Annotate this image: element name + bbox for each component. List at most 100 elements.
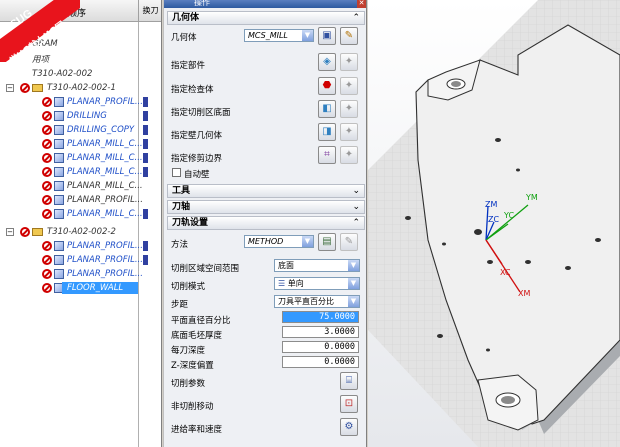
axis-label-zm: ZM	[485, 200, 498, 209]
status-banned-icon	[42, 167, 52, 177]
axis-label-yc: YC	[504, 211, 515, 220]
region-select[interactable]: 底面 ▼	[274, 259, 360, 272]
pattern-select[interactable]: ☰ 单向 ▼	[274, 277, 360, 290]
tree-row[interactable]: T310-A02-002	[0, 68, 161, 80]
select-trim-button[interactable]: ⌗	[318, 146, 336, 164]
tree-row[interactable]: DRILLING	[0, 110, 161, 122]
operation-icon	[54, 111, 64, 121]
tree-row-label: DRILLING_COPY	[67, 125, 135, 135]
status-banned-icon	[42, 283, 52, 293]
check-label: 指定检查体	[171, 85, 214, 95]
tree-row[interactable]: PLANAR_MILL_C...	[0, 138, 161, 150]
unidirectional-icon: ☰	[278, 279, 288, 288]
tree-row-label: PLANAR_PROFIL...	[67, 255, 143, 265]
section-tool-header[interactable]: 工具 ⌄	[167, 184, 365, 198]
method-select[interactable]: METHOD ▼	[244, 235, 314, 248]
stepover-value: 刀具平直百分比	[278, 297, 334, 306]
tree-row-label: DRILLING	[67, 111, 107, 121]
pattern-label: 切削模式	[171, 282, 206, 292]
tree-row[interactable]: PLANAR_PROFIL...	[0, 96, 161, 108]
section-axis-header[interactable]: 刀轴 ⌄	[167, 200, 365, 214]
edit-method-button[interactable]: ▤	[318, 233, 336, 251]
wall-icon: ◨	[322, 126, 332, 137]
flashlight-icon: ✦	[344, 126, 354, 137]
tree-row[interactable]: PLANAR_MILL_C...	[0, 208, 161, 220]
tool-change-icon	[143, 111, 148, 121]
floor-stock-input[interactable]: 3.0000	[282, 326, 359, 338]
tree-row[interactable]: PLANAR_MILL_C...	[0, 180, 161, 192]
tree-row[interactable]: − T310-A02-002-2	[0, 226, 161, 238]
graphics-viewport[interactable]: ZM ZC YC YM XC XM	[368, 0, 620, 447]
tree-row-label: PLANAR_MILL_C...	[67, 209, 143, 219]
feeds-button[interactable]: ⚙	[340, 418, 358, 436]
dialog-titlebar: 操作 ✕	[164, 0, 366, 8]
select-floor-button[interactable]: ◧	[318, 100, 336, 118]
axis-label-xm: XM	[518, 289, 531, 298]
flat-pct-input[interactable]: 75.0000	[282, 311, 359, 323]
floor-label: 指定切削区底面	[171, 108, 231, 118]
tree-row-label: T310-A02-002-2	[47, 227, 116, 237]
status-banned-icon	[42, 195, 52, 205]
section-path-header[interactable]: 刀轨设置 ⌃	[167, 216, 365, 230]
auto-wall-checkbox[interactable]	[172, 168, 181, 177]
program-group-icon	[32, 228, 43, 236]
tool-change-icon	[143, 209, 148, 219]
floor-stock-label: 底面毛坯厚度	[171, 331, 223, 341]
edit-geometry-button[interactable]: ▣	[318, 27, 336, 45]
new-method-button: ✎	[340, 233, 358, 251]
noncut-button[interactable]: ⊡	[340, 395, 358, 413]
status-banned-icon	[42, 241, 52, 251]
flashlight-icon: ✦	[344, 103, 354, 114]
wrench-icon: ✎	[344, 236, 354, 247]
select-wall-button[interactable]: ◨	[318, 123, 336, 141]
collapse-icon[interactable]: −	[6, 84, 14, 92]
tree-row[interactable]: DRILLING_COPY	[0, 124, 161, 136]
tree-row[interactable]: PLANAR_PROFIL...	[0, 254, 161, 266]
collapse-icon[interactable]: −	[6, 228, 14, 236]
tree-row[interactable]: PLANAR_PROFIL...	[0, 194, 161, 206]
tree-row[interactable]: PLANAR_MILL_C...	[0, 152, 161, 164]
operation-icon	[54, 153, 64, 163]
tool-change-icon	[143, 241, 148, 251]
feeds-label: 进给率和速度	[171, 425, 223, 435]
select-check-button[interactable]: ⬣	[318, 77, 336, 95]
status-banned-icon	[20, 83, 30, 93]
region-value: 底面	[278, 261, 294, 270]
feeds-icon: ⚙	[344, 421, 354, 432]
tree-row[interactable]: FLOOR_WALL	[0, 282, 161, 294]
stepover-select[interactable]: 刀具平直百分比 ▼	[274, 295, 360, 308]
floor-icon: ◧	[322, 103, 332, 114]
close-icon[interactable]: ✕	[357, 0, 366, 8]
geometry-label: 几何体	[171, 33, 197, 43]
check-body-icon: ⬣	[322, 80, 332, 91]
select-part-button[interactable]: ◈	[318, 53, 336, 71]
tree-row-label: PLANAR_PROFIL...	[67, 269, 143, 279]
cut-params-button[interactable]: ⌸	[340, 372, 358, 390]
boundary-icon: ⌗	[324, 149, 330, 160]
tree-row[interactable]: PLANAR_MILL_C...	[0, 166, 161, 178]
status-banned-icon	[42, 111, 52, 121]
tree-row-label: PLANAR_PROFIL...	[67, 241, 143, 251]
status-banned-icon	[42, 97, 52, 107]
column-tool-change[interactable]: 换刀	[138, 0, 161, 22]
stepover-label: 步距	[171, 300, 189, 310]
show-part-button: ✦	[340, 53, 358, 71]
geometry-select[interactable]: MCS_MILL ▼	[244, 29, 314, 42]
part-icon: ◈	[323, 56, 331, 67]
region-label: 切削区域空间范围	[171, 264, 240, 274]
z-offset-input[interactable]: 0.0000	[282, 356, 359, 368]
chevron-down-icon: ▼	[348, 260, 359, 271]
depth-input[interactable]: 0.0000	[282, 341, 359, 353]
tree-row-label: PLANAR_MILL_C...	[67, 153, 143, 163]
show-wall-button: ✦	[340, 123, 358, 141]
tree-row[interactable]: PLANAR_PROFIL...	[0, 268, 161, 280]
chevron-up-icon: ⌃	[352, 13, 360, 23]
tree-row[interactable]: PLANAR_PROFIL...	[0, 240, 161, 252]
section-path-title: 刀轨设置	[172, 218, 209, 228]
status-banned-icon	[42, 139, 52, 149]
operation-icon	[54, 125, 64, 135]
tree-row[interactable]: − T310-A02-002-1	[0, 82, 161, 94]
new-geometry-button[interactable]: ✎	[340, 27, 358, 45]
noncut-icon: ⊡	[344, 398, 354, 409]
section-geometry-header[interactable]: 几何体 ⌃	[167, 11, 365, 25]
